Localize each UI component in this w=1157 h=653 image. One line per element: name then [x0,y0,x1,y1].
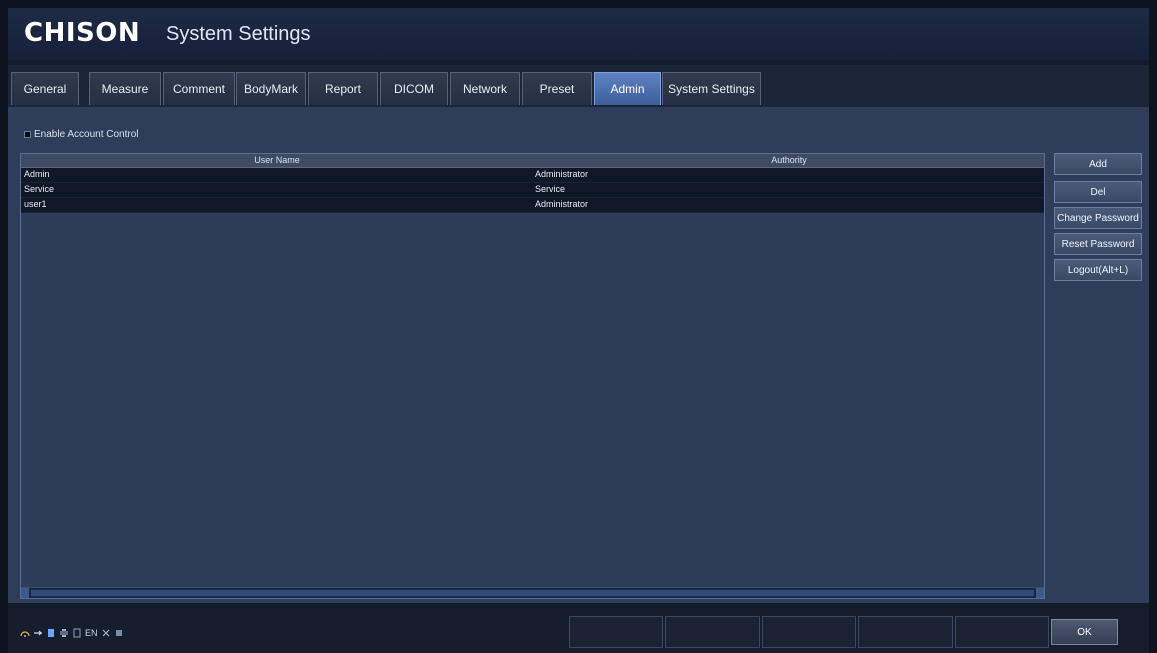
bottom-bar: EN OK [8,608,1149,653]
tab-network[interactable]: Network [450,72,520,105]
table-row[interactable]: user1 Administrator [21,198,1044,213]
scroll-left-arrow[interactable] [21,588,29,598]
column-header-user-name[interactable]: User Name [21,155,533,165]
softkey-bar [569,616,1050,648]
del-button[interactable]: Del [1054,181,1142,203]
printer-icon [60,629,68,637]
enable-account-control-label: Enable Account Control [34,129,139,140]
language-indicator: EN [85,628,98,638]
tab-preset[interactable]: Preset [522,72,592,105]
cell-authority: Administrator [535,169,589,179]
scroll-thumb[interactable] [31,590,1034,596]
scroll-right-arrow[interactable] [1036,588,1044,598]
cell-authority: Service [535,184,566,194]
cell-user-name: Service [24,184,55,194]
network-icon [20,631,30,637]
softkey-slot[interactable] [665,616,760,648]
disk-icon [73,628,81,638]
app-window: CHISON System Settings General Measure C… [8,8,1149,653]
user-table: User Name Authority Admin Administrator … [20,153,1045,599]
cell-user-name: user1 [24,199,47,209]
tab-measure[interactable]: Measure [89,72,161,105]
reset-password-button[interactable]: Reset Password [1054,233,1142,255]
horizontal-scrollbar[interactable] [21,587,1044,598]
cell-user-name: Admin [24,169,50,179]
softkey-slot[interactable] [954,616,1050,648]
enable-account-control-row[interactable]: Enable Account Control [24,129,139,140]
logout-button[interactable]: Logout(Alt+L) [1054,259,1142,281]
ok-button[interactable]: OK [1051,619,1118,645]
tab-report[interactable]: Report [308,72,378,105]
column-header-authority[interactable]: Authority [533,155,1044,165]
softkey-slot[interactable] [761,616,857,648]
softkey-slot[interactable] [569,616,664,648]
title-bar: CHISON System Settings [8,8,1149,60]
cell-authority: Administrator [535,199,589,209]
softkey-slot[interactable] [858,616,953,648]
storage-icon [48,629,54,637]
tab-dicom[interactable]: DICOM [380,72,448,105]
usb-icon [34,630,42,636]
device-icon [115,630,122,636]
add-button[interactable]: Add [1054,153,1142,175]
tab-admin[interactable]: Admin [594,72,661,105]
tab-general[interactable]: General [11,72,79,105]
table-row[interactable]: Service Service [21,183,1044,198]
change-password-button[interactable]: Change Password [1054,207,1142,229]
brand-logo: CHISON [24,18,141,48]
window-title: System Settings [166,23,311,45]
tab-system-settings[interactable]: System Settings [662,72,761,105]
status-icons: EN [20,628,124,638]
table-row[interactable]: Admin Administrator [21,168,1044,183]
tab-bar: General Measure Comment BodyMark Report … [8,65,1149,109]
enable-account-control-checkbox[interactable] [24,131,31,138]
table-header: User Name Authority [21,154,1044,168]
tab-bodymark[interactable]: BodyMark [236,72,306,105]
admin-panel: Enable Account Control User Name Authori… [8,107,1149,603]
tab-comment[interactable]: Comment [163,72,235,105]
input-icon [102,629,109,637]
